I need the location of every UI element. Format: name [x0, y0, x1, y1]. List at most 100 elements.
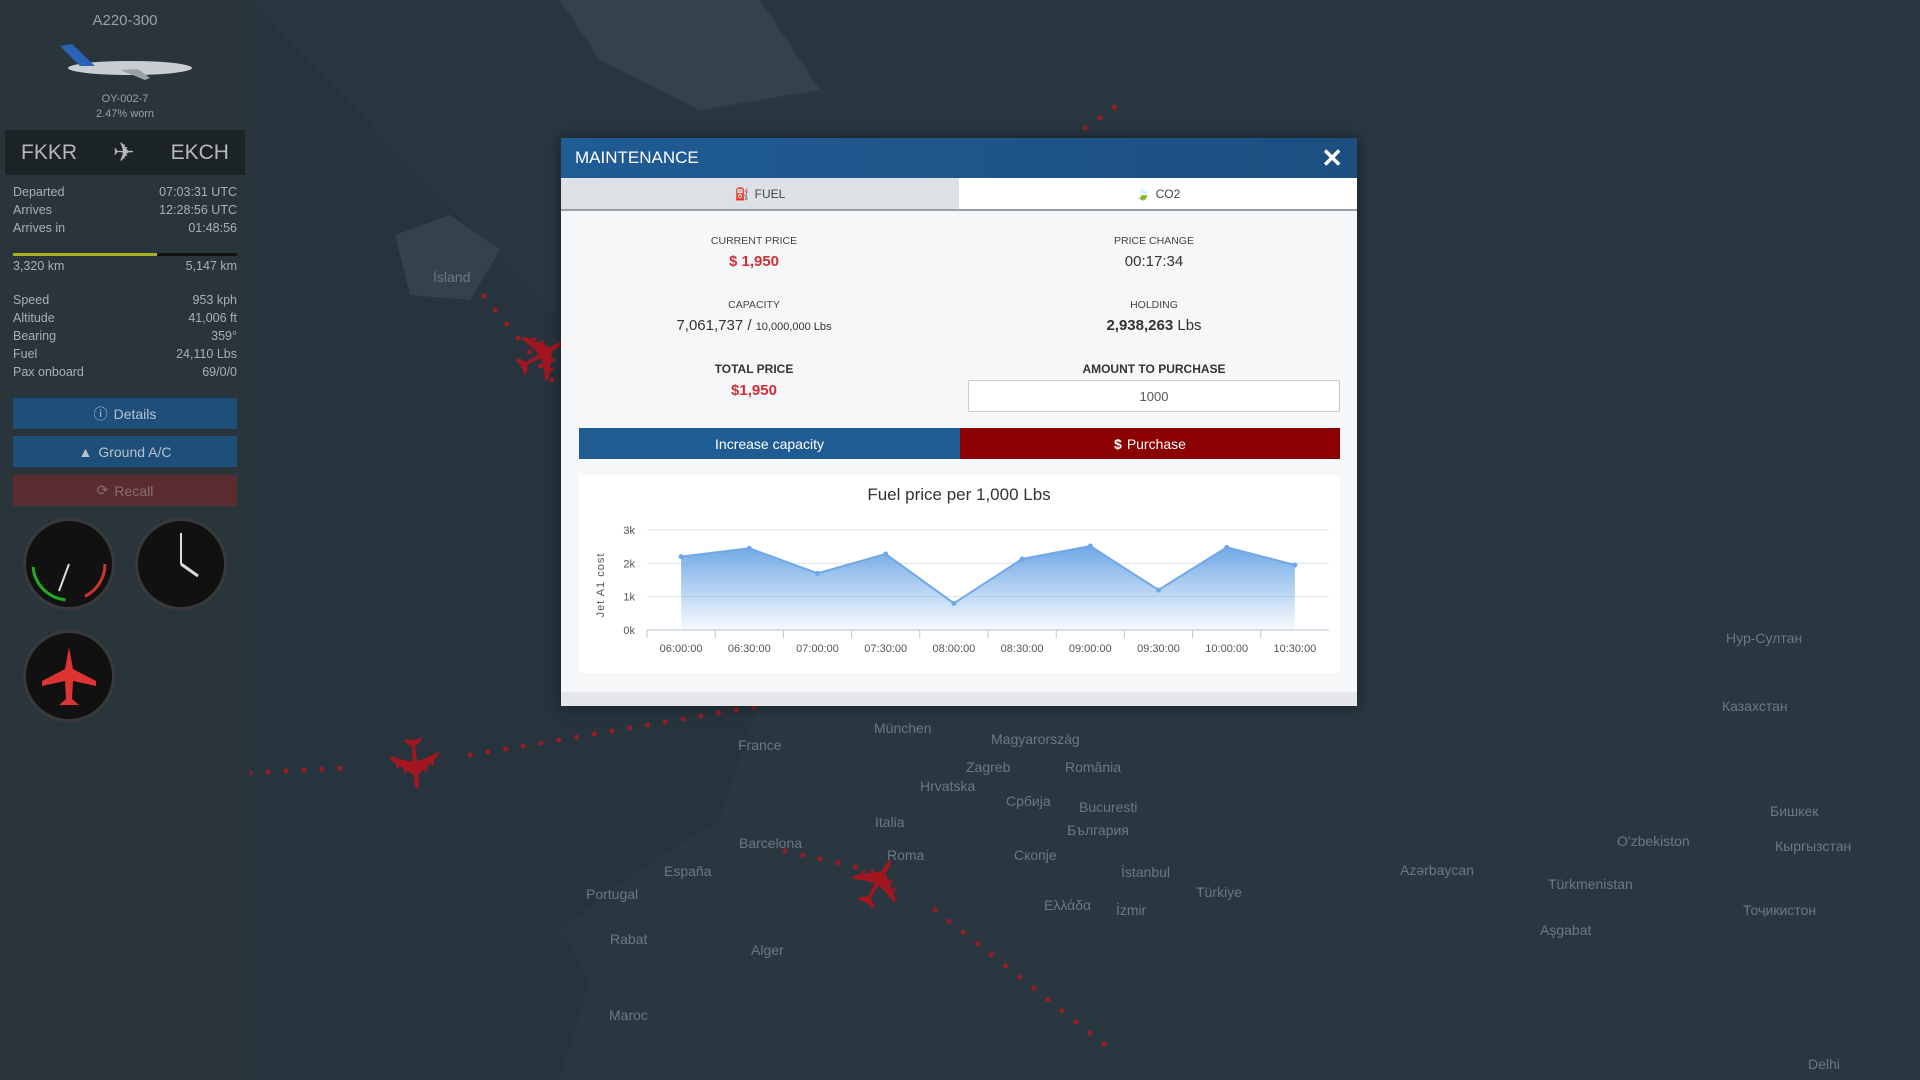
route-dots: [467, 703, 763, 758]
modal-header: MAINTENANCE ✕: [561, 138, 1357, 178]
map-label: Ελλάδα: [1044, 897, 1092, 913]
data-point: [951, 600, 957, 606]
maintenance-modal: MAINTENANCE ✕ ⛽ FUEL 🍃 CO2 CURRENT PRICE $ …: [561, 138, 1357, 706]
map-label: İzmir: [1116, 902, 1147, 918]
info-value: 24,110 Lbs: [176, 347, 237, 361]
increase-capacity-button[interactable]: Increase capacity: [579, 428, 960, 459]
data-point: [1292, 562, 1298, 568]
map-label: България: [1067, 822, 1129, 838]
x-tick-label: 10:30:00: [1273, 643, 1316, 655]
map-label: Србија: [1006, 793, 1051, 809]
ground-aircraft-button[interactable]: ▲ Ground A/C: [13, 436, 237, 467]
info-label: Speed: [13, 293, 50, 307]
map-label: O'zbekiston: [1617, 833, 1690, 849]
details-button[interactable]: ⓘ Details: [13, 398, 237, 429]
data-point: [1156, 587, 1161, 593]
data-point: [746, 545, 752, 551]
tab-co2-label: CO2: [1155, 186, 1181, 201]
close-icon[interactable]: ✕: [1321, 143, 1343, 174]
map-label: Maroc: [609, 1007, 648, 1023]
distance-row: 3,320 km 5,147 km: [13, 257, 237, 275]
info-icon: ⓘ: [93, 405, 108, 422]
increase-capacity-label: Increase capacity: [715, 435, 824, 452]
x-tick-label: 08:00:00: [932, 643, 975, 655]
y-axis-label: Jet A1 cost: [595, 553, 607, 618]
info-row: Fuel 24,110 Lbs: [13, 345, 237, 363]
map-label: Бишкек: [1770, 803, 1819, 819]
airspeed-gauge: [23, 518, 115, 610]
map-label: İstanbul: [1121, 864, 1171, 880]
map-label: Aşgabat: [1540, 922, 1592, 938]
info-row: Bearing 359°: [13, 327, 237, 345]
tab-fuel-label: FUEL: [754, 186, 786, 201]
flight-sidebar: A220-300 OY-002-7 2.47% worn FKKR ✈ EKCH…: [0, 0, 250, 1080]
info-value: 69/0/0: [202, 365, 237, 379]
fuel-price-chart: Fuel price per 1,000 Lbs Jet A1 cost 0k 1…: [579, 475, 1340, 673]
refresh-icon: ⟳: [96, 482, 109, 498]
total-price: TOTAL PRICE $1,950: [564, 362, 944, 399]
map-label: Türkiye: [1196, 884, 1242, 900]
info-value: 41,006 ft: [188, 311, 237, 325]
tab-fuel[interactable]: ⛽ FUEL: [561, 178, 959, 209]
info-row: Pax onboard 69/0/0: [13, 363, 237, 381]
info-value: 07:03:31 UTC: [159, 185, 237, 199]
aircraft-registration: OY-002-7: [101, 93, 149, 105]
chart-svg: Fuel price per 1,000 Lbs Jet A1 cost 0k 1…: [595, 485, 1329, 655]
modal-tabs: ⛽ FUEL 🍃 CO2: [561, 178, 1357, 211]
info-row: Arrives in 01:48:56: [13, 219, 237, 237]
map-label: Roma: [887, 847, 925, 863]
price-change-label: PRICE CHANGE: [1114, 235, 1194, 247]
info-value: 12:28:56 UTC: [159, 203, 237, 217]
flight-progress-bar: [13, 253, 237, 256]
data-point: [815, 570, 820, 576]
origin-code: FKKR: [21, 140, 78, 164]
data-point: [678, 554, 684, 560]
map-label: Zagreb: [966, 759, 1011, 775]
ground-icon: ▲: [78, 443, 93, 460]
aircraft-image: [60, 44, 192, 80]
info-label: Bearing: [13, 329, 57, 343]
amount-label: AMOUNT TO PURCHASE: [1082, 362, 1226, 376]
map-label: Казахстан: [1722, 698, 1788, 714]
map-label: Кыргызстан: [1775, 838, 1852, 854]
chart-title: Fuel price per 1,000 Lbs: [867, 485, 1050, 504]
recall-button[interactable]: ⟳ Recall: [13, 475, 237, 506]
distance-total: 5,147 km: [185, 259, 237, 273]
holding-unit: Lbs: [1177, 317, 1202, 334]
aircraft-marker-icon: ✈: [372, 731, 455, 796]
y-tick-label: 1k: [623, 592, 635, 604]
capacity-total: 10,000,000 Lbs: [755, 321, 832, 333]
aircraft-type: A220-300: [92, 12, 158, 29]
info-row: Speed 953 kph: [13, 291, 237, 309]
map-label: Ísland: [433, 269, 471, 285]
price-change-value: 00:17:34: [1124, 253, 1184, 270]
x-tick-label: 10:00:00: [1205, 643, 1248, 655]
aircraft-wear: 2.47% worn: [95, 108, 155, 120]
x-tick-label: 07:00:00: [796, 643, 839, 655]
capacity-separator: /: [747, 317, 752, 334]
x-tick-label: 08:30:00: [1001, 643, 1044, 655]
holding: HOLDING 2,938,263 Lbs: [964, 299, 1344, 334]
modal-footer: [561, 692, 1357, 706]
holding-value: 2,938,263: [1106, 317, 1174, 334]
total-price-value: $1,950: [731, 382, 777, 399]
y-tick-label: 3k: [623, 525, 635, 537]
info-label: Fuel: [13, 347, 38, 361]
map-label: Rabat: [610, 931, 648, 947]
details-label: Details: [113, 405, 157, 422]
amount-to-purchase-input[interactable]: [968, 380, 1340, 412]
capacity-used: 7,061,737: [676, 317, 744, 334]
modal-title: MAINTENANCE: [575, 148, 699, 167]
purchase-button[interactable]: $ Purchase: [960, 428, 1340, 459]
area-fill: [681, 546, 1295, 630]
map-label: România: [1065, 759, 1122, 775]
map-label: Barcelona: [739, 835, 803, 851]
map-label: Alger: [751, 942, 784, 958]
y-tick-label: 2k: [623, 558, 635, 570]
info-row: Arrives 12:28:56 UTC: [13, 201, 237, 219]
data-point: [1019, 556, 1025, 562]
fuel-pump-icon: ⛽: [734, 186, 750, 201]
tab-co2[interactable]: 🍃 CO2: [959, 178, 1357, 209]
x-tick-label: 09:00:00: [1069, 643, 1112, 655]
x-tick-label: 06:30:00: [728, 643, 771, 655]
